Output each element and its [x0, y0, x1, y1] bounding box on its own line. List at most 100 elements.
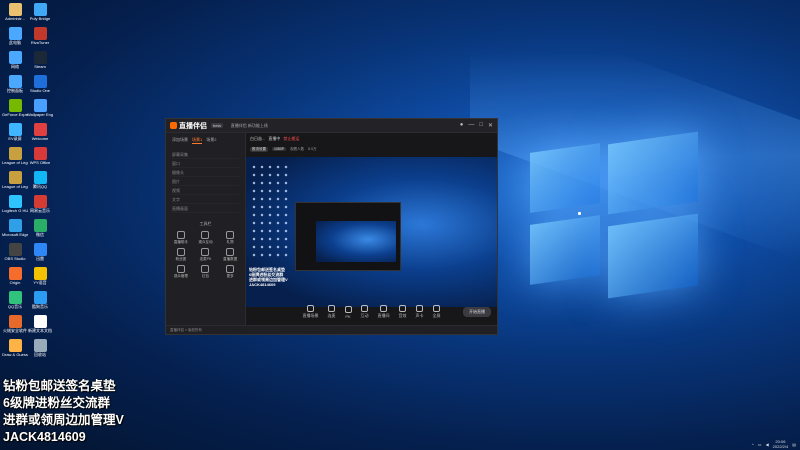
desktop-icon[interactable]: Steam	[27, 51, 53, 69]
control-button[interactable]: PK	[344, 305, 352, 319]
avatar[interactable]: ●	[460, 122, 464, 129]
tool-button[interactable]: 直播数据	[219, 248, 241, 262]
tool-icon	[176, 231, 185, 239]
mouse-cursor	[578, 212, 581, 215]
tool-label: 直播数据	[223, 257, 238, 261]
list-item[interactable]: 视频	[172, 186, 239, 195]
desktop-icon[interactable]: Draw & Guess	[2, 339, 28, 357]
control-button[interactable]: 音效	[399, 305, 407, 319]
control-button[interactable]: 连麦	[328, 305, 336, 319]
desktop-icon-label: Studio One	[29, 88, 50, 93]
list-item[interactable]: 文字	[172, 195, 239, 204]
control-icon	[344, 305, 352, 313]
app-icon	[33, 195, 47, 208]
tool-button[interactable]: 观众管理	[170, 265, 192, 279]
desktop-icon[interactable]: 网易云音乐	[27, 195, 53, 213]
tool-button[interactable]: 直播助手	[170, 231, 192, 245]
desktop-icon[interactable]: EV录屏	[2, 123, 28, 141]
control-icon	[328, 305, 335, 312]
desktop-icon-label: YY语音	[33, 280, 47, 285]
desktop-icon[interactable]: Welcome	[27, 123, 53, 141]
clock[interactable]: 20:06 2022/2/4	[773, 439, 789, 449]
desktop-icon[interactable]: WPS Office	[27, 147, 53, 165]
list-item[interactable]: 屏幕采集	[172, 150, 239, 159]
app-icon	[8, 267, 22, 280]
live-tag: 禁止搬运	[283, 135, 300, 141]
room-status: 直播中	[268, 135, 281, 141]
control-button[interactable]: 直播场景	[303, 305, 319, 319]
overlay-line-2: 6级牌进粉丝交流群	[3, 396, 110, 410]
room-bar: 白日苗... 直播中 禁止搬运	[246, 133, 497, 144]
list-item[interactable]: 摄像头	[172, 168, 239, 177]
desktop-icon[interactable]: 此电脑	[2, 27, 28, 45]
app-icon	[8, 75, 22, 88]
desktop-icon[interactable]: 控制面板	[2, 75, 28, 93]
control-button[interactable]: 全屏	[433, 305, 441, 319]
desktop-icon[interactable]: YY语音	[27, 267, 53, 285]
desktop-icon[interactable]: Wallpaper Engine	[27, 99, 53, 117]
control-label: 互动	[360, 313, 369, 318]
desktop-icon[interactable]: Studio One	[27, 75, 53, 93]
tool-button[interactable]: 红包	[195, 265, 217, 279]
control-button[interactable]: 互动	[361, 305, 369, 319]
windows-logo	[520, 130, 720, 320]
desktop-icon[interactable]: 新建文本文档	[27, 315, 53, 333]
control-label: 声卡	[415, 313, 424, 318]
desktop-icon[interactable]: 腾讯QQ	[27, 171, 53, 189]
desktop-icon[interactable]: Microsoft Edge	[2, 219, 28, 237]
desktop-icon[interactable]: 迅雷	[27, 243, 53, 261]
desktop-icon-label: 火绒安全软件	[3, 328, 27, 333]
app-titlebar: 直播伴侣 beta 直播伴侣 新功能上线 ● — □ ✕	[166, 119, 497, 133]
notification-icon[interactable]: ▤	[792, 442, 796, 447]
desktop-icon[interactable]: Logitech G HUB	[2, 195, 28, 213]
resolution-badge[interactable]: 1080P	[272, 147, 287, 151]
desktop-icon[interactable]: League of Legends	[2, 171, 28, 189]
tool-button[interactable]: 连麦PK	[195, 248, 217, 262]
list-item[interactable]: 图片	[172, 177, 239, 186]
tool-button[interactable]: 更多	[219, 265, 241, 279]
minimize-icon[interactable]: —	[468, 122, 474, 129]
app-icon	[33, 291, 47, 304]
app-icon	[33, 171, 47, 184]
desktop-icon[interactable]: QQ音乐	[2, 291, 28, 309]
desktop-icon[interactable]: Origin	[2, 267, 28, 285]
control-button[interactable]: 直播间	[378, 305, 390, 319]
desktop-icon[interactable]: Poly Bridge	[27, 3, 53, 21]
desktop-icon[interactable]: RivaTuner	[27, 27, 53, 45]
tab-add-scene[interactable]: 添加场景	[172, 137, 188, 144]
start-live-button[interactable]: 开始直播	[463, 307, 491, 317]
desktop-icon[interactable]: Administr...	[2, 3, 28, 21]
nested-preview	[316, 221, 396, 262]
control-label: 直播场景	[302, 313, 319, 318]
stream-settings-button[interactable]: 推流设置	[250, 146, 268, 152]
tool-label: 更多	[226, 274, 234, 278]
desktop-icon[interactable]: OBS Studio	[2, 243, 28, 261]
tab-scene-1[interactable]: 场景1	[192, 137, 203, 144]
desktop-icon[interactable]: GeForce Experience	[2, 99, 28, 117]
network-icon[interactable]: ▭	[758, 442, 762, 447]
desktop-icon[interactable]: 回收站	[27, 339, 53, 357]
close-icon[interactable]: ✕	[488, 122, 493, 129]
desktop-icon[interactable]: 网络	[2, 51, 28, 69]
tool-label: 红包	[201, 274, 209, 278]
notice-text[interactable]: 直播伴侣 新功能上线	[231, 123, 268, 129]
tool-button[interactable]: 观众互动	[195, 231, 217, 245]
control-icon	[307, 305, 314, 312]
maximize-icon[interactable]: □	[479, 122, 483, 129]
desktop-icon[interactable]: 火绒安全软件	[2, 315, 28, 333]
tab-scene-2[interactable]: 场景2	[206, 137, 216, 144]
scene-panel: 添加场景 场景1 场景2 屏幕采集 窗口 摄像头 图片 视频 文字 直播画面 工…	[166, 133, 246, 325]
tool-button[interactable]: 粉丝团	[170, 248, 192, 262]
desktop-icon[interactable]: 酷狗音乐	[27, 291, 53, 309]
tray-chevron-icon[interactable]: ^	[752, 442, 754, 447]
list-item[interactable]: 窗口	[172, 159, 239, 168]
desktop-icon-label: Draw & Guess	[2, 352, 28, 357]
volume-icon[interactable]: ◀	[766, 442, 769, 447]
desktop-icon-label: Logitech G HUB	[2, 208, 28, 213]
desktop-icon[interactable]: League of Legends	[2, 147, 28, 165]
control-button[interactable]: 声卡	[416, 305, 424, 319]
tool-button[interactable]: 礼物	[219, 231, 241, 245]
list-item[interactable]: 直播画面	[172, 204, 239, 213]
desktop-icon[interactable]: 微信	[27, 219, 53, 237]
app-icon	[33, 99, 47, 112]
